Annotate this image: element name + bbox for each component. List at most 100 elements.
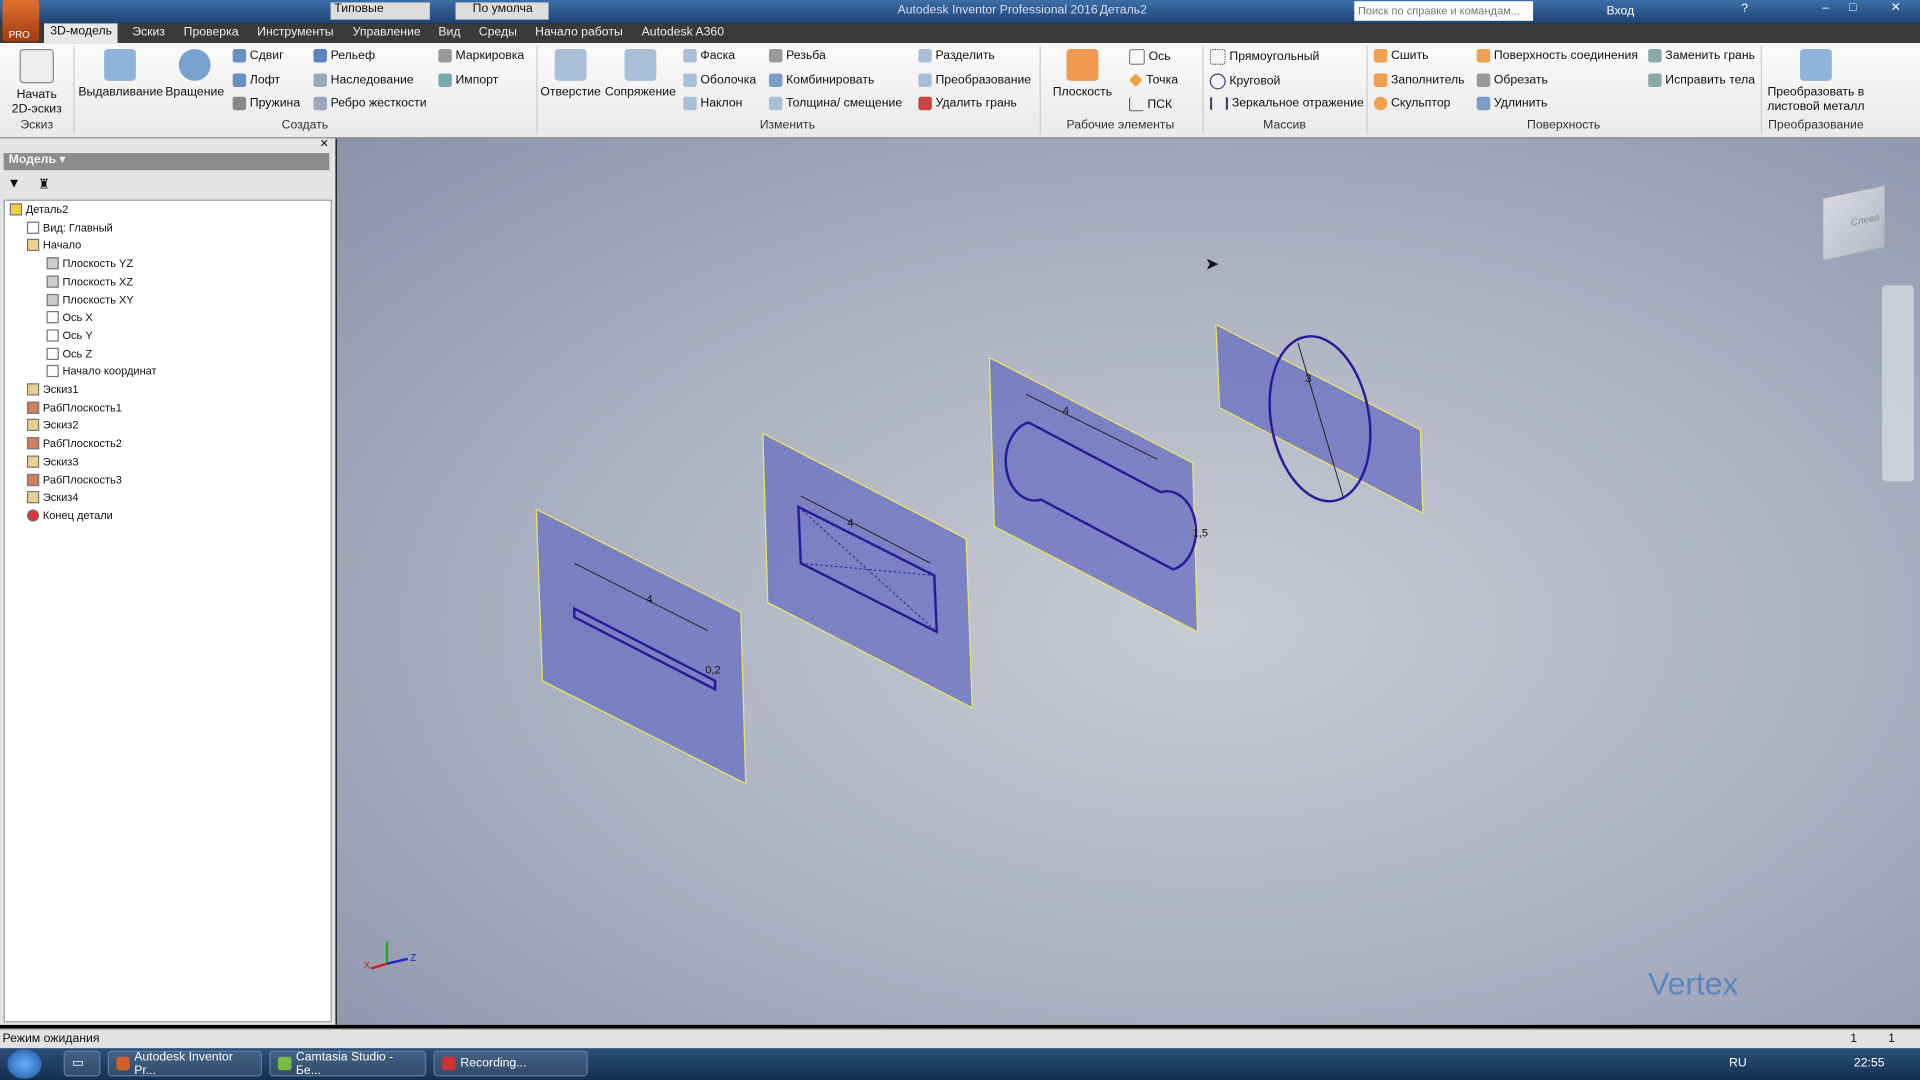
- tree-node[interactable]: Эскиз1: [26, 383, 78, 396]
- sign-in-button[interactable]: Вход: [1607, 5, 1635, 18]
- sculpt-button[interactable]: Скульптор: [1373, 96, 1450, 111]
- graphics-viewport[interactable]: 4 0,2 4 4 1,5 3 Слева ZX Vertex ➤: [336, 138, 1920, 1025]
- thread-button[interactable]: Резьба: [768, 48, 826, 63]
- app-menu-button[interactable]: PRO: [2, 0, 40, 42]
- rib-button[interactable]: Ребро жесткости: [313, 96, 427, 111]
- import-button[interactable]: Импорт: [438, 73, 498, 87]
- status-count-2: 1: [1888, 1032, 1895, 1046]
- maximize-button[interactable]: □: [1849, 1, 1856, 14]
- tree-node[interactable]: Вид: Главный: [26, 221, 113, 234]
- tree-node-label: РабПлоскость1: [42, 401, 122, 414]
- extrude-button[interactable]: Выдавливание: [78, 48, 163, 100]
- language-indicator[interactable]: RU: [1729, 1057, 1747, 1070]
- point-button[interactable]: Точка: [1129, 73, 1178, 87]
- patch-button[interactable]: Заполнитель: [1373, 73, 1465, 87]
- repair-bodies-button[interactable]: Исправить тела: [1648, 73, 1755, 87]
- taskbar-item-camtasia[interactable]: Camtasia Studio - Бе...: [269, 1050, 427, 1077]
- stitch-button[interactable]: Сшить: [1373, 48, 1429, 63]
- taskbar-item-inventor[interactable]: Autodesk Inventor Pr...: [107, 1050, 263, 1077]
- tab-manage[interactable]: Управление: [347, 24, 427, 40]
- tree-node[interactable]: РабПлоскость2: [26, 437, 122, 450]
- tree-node[interactable]: Ось Z: [46, 347, 92, 360]
- plane-button[interactable]: Плоскость: [1048, 48, 1117, 100]
- close-window-button[interactable]: ✕: [1891, 1, 1901, 14]
- emboss-button[interactable]: Рельеф: [313, 48, 375, 63]
- browser-header[interactable]: Модель ▾: [3, 153, 330, 171]
- derive-button[interactable]: Наследование: [313, 73, 414, 87]
- tree-node[interactable]: РабПлоскость1: [26, 401, 122, 414]
- tree-node-label: Плоскость XY: [62, 293, 134, 306]
- revolve-button[interactable]: Вращение: [164, 48, 225, 100]
- sketch-icon: [26, 383, 40, 396]
- binoculars-icon[interactable]: ♜: [38, 176, 50, 193]
- trim-button[interactable]: Обрезать: [1476, 73, 1548, 87]
- delete-face-button[interactable]: Удалить грань: [918, 96, 1017, 111]
- help-search-input[interactable]: [1354, 1, 1534, 21]
- tab-a360[interactable]: Autodesk A360: [636, 24, 731, 40]
- label: Сдвиг: [249, 48, 284, 63]
- mark-button[interactable]: Маркировка: [438, 48, 524, 63]
- tab-inspect[interactable]: Проверка: [178, 24, 245, 40]
- replace-face-button[interactable]: Заменить грань: [1648, 48, 1755, 63]
- appearance-combo[interactable]: По умолча: [455, 2, 549, 20]
- label: Ребро жесткости: [330, 96, 427, 111]
- combine-button[interactable]: Комбинировать: [768, 73, 874, 87]
- app-badge: PRO: [8, 29, 30, 41]
- tab-view[interactable]: Вид: [432, 24, 466, 40]
- convert-sheet-metal-button[interactable]: Преобразовать в листовой металл: [1763, 48, 1868, 115]
- split-button[interactable]: Разделить: [918, 48, 995, 63]
- mirror-button[interactable]: Зеркальное отражение: [1209, 96, 1364, 111]
- sweep-button[interactable]: Сдвиг: [232, 48, 284, 63]
- ucs-button[interactable]: ПСК: [1128, 96, 1172, 112]
- start-sketch-button[interactable]: Начать 2D-эскиз: [7, 48, 66, 118]
- hole-button[interactable]: Отверстие: [539, 48, 603, 100]
- thicken-button[interactable]: Толщина/ смещение: [768, 96, 902, 111]
- start-button[interactable]: [7, 1049, 42, 1079]
- navigation-bar[interactable]: [1882, 285, 1914, 482]
- extend-button[interactable]: Удлинить: [1476, 96, 1547, 111]
- circ-pattern-button[interactable]: Круговой: [1209, 73, 1280, 90]
- tree-node[interactable]: Плоскость XZ: [46, 275, 133, 288]
- tab-tools[interactable]: Инструменты: [251, 24, 340, 40]
- loft-button[interactable]: Лофт: [232, 73, 280, 87]
- tree-node[interactable]: Плоскость YZ: [46, 257, 133, 270]
- fillet-button[interactable]: Сопряжение: [605, 48, 676, 100]
- viewcube[interactable]: Слева: [1823, 185, 1885, 260]
- tree-node[interactable]: Начало координат: [46, 365, 157, 378]
- tab-get-started[interactable]: Начало работы: [529, 24, 629, 40]
- group-surface: Поверхность: [1527, 118, 1601, 133]
- minimize-button[interactable]: –: [1822, 1, 1829, 14]
- style-combo[interactable]: Типовые: [330, 2, 430, 20]
- tree-node[interactable]: РабПлоскость3: [26, 473, 122, 486]
- rect-pattern-button[interactable]: Прямоугольный: [1209, 48, 1319, 65]
- taskbar-item-recording[interactable]: Recording...: [433, 1050, 588, 1077]
- viewcube-face-label: Слева: [1850, 211, 1880, 229]
- tree-node[interactable]: Конец детали: [26, 509, 113, 522]
- explorer-taskbar-button[interactable]: ▭: [63, 1050, 101, 1077]
- direct-edit-button[interactable]: Преобразование: [918, 73, 1031, 87]
- tree-node[interactable]: Ось Y: [46, 329, 93, 342]
- mark-icon: [438, 48, 452, 63]
- tree-node[interactable]: Начало: [26, 239, 81, 252]
- ruled-surface-button[interactable]: Поверхность соединения: [1476, 48, 1638, 63]
- tree-node[interactable]: Ось X: [46, 311, 93, 324]
- help-icon[interactable]: ?: [1741, 2, 1748, 15]
- axis-button[interactable]: Ось: [1128, 48, 1171, 65]
- tab-environments[interactable]: Среды: [473, 24, 523, 40]
- tree-node-label: Вид: Главный: [42, 221, 113, 234]
- tree-node[interactable]: Эскиз4: [26, 491, 78, 504]
- chamfer-button[interactable]: Фаска: [683, 48, 735, 63]
- close-panel-button[interactable]: ✕: [320, 137, 329, 150]
- tab-3d-model[interactable]: 3D-модель: [44, 23, 119, 45]
- shell-button[interactable]: Оболочка: [683, 73, 756, 87]
- tree-node[interactable]: Эскиз3: [26, 455, 78, 468]
- clock[interactable]: 22:55: [1854, 1057, 1885, 1070]
- draft-button[interactable]: Наклон: [683, 96, 742, 111]
- tree-node[interactable]: Деталь2: [9, 203, 68, 216]
- tree-node[interactable]: Эскиз2: [26, 419, 78, 432]
- tab-sketch[interactable]: Эскиз: [126, 24, 171, 40]
- filter-icon[interactable]: ▼: [7, 176, 20, 191]
- label: Camtasia Studio - Бе...: [295, 1050, 394, 1077]
- tree-node[interactable]: Плоскость XY: [46, 293, 134, 306]
- coil-button[interactable]: Пружина: [232, 96, 300, 111]
